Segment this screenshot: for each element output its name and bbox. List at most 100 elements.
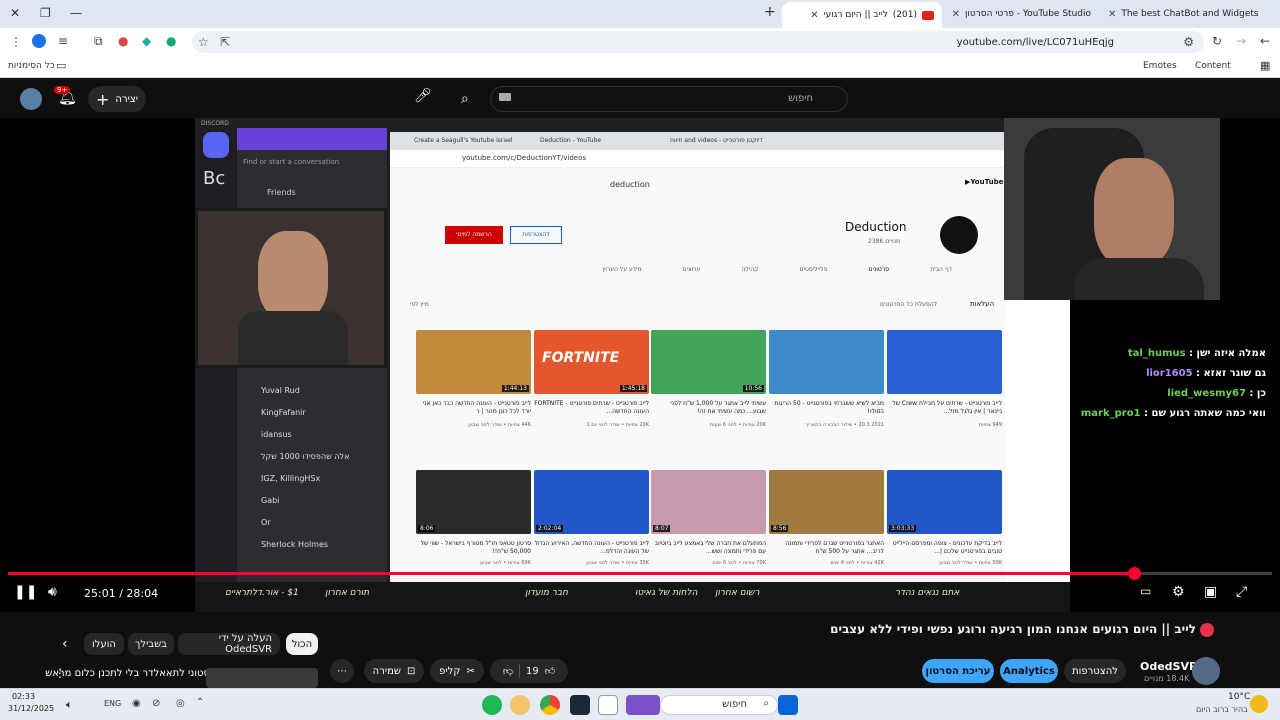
avatar[interactable] [20,88,42,110]
bookmark-content[interactable]: Content [1195,61,1231,71]
profile-icon[interactable] [32,34,46,48]
captured-play-all: להפעלת כל הסרטונים [880,301,938,308]
volume-tray-icon[interactable]: 🔈︎ [66,698,73,712]
settings-gear-icon[interactable]: ⚙ [1172,584,1185,600]
keyboard-icon[interactable] [499,93,511,101]
bookmark-emotes[interactable]: Emotes [1143,61,1177,71]
browser-tabbar: ✕ ❐ — + (201) לייב || היום רגועי ✕ YouTu… [0,0,1280,28]
chrome-icon[interactable] [540,695,560,715]
analytics-button[interactable]: Analytics [1000,659,1058,683]
windows-start-icon[interactable] [778,695,798,715]
edit-video-button[interactable]: עריכת הסרטון [922,659,994,683]
spotify-icon[interactable] [482,695,502,715]
close-tab-icon[interactable]: ✕ [952,9,960,20]
extension-icon[interactable]: ◆ [142,34,151,48]
chat-username: mark_pro1 [1080,408,1141,419]
channel-avatar[interactable] [1192,657,1220,685]
bookmark-star-icon[interactable]: ☆ [198,35,209,49]
reload-icon[interactable]: ↻ [1212,34,1222,48]
more-vert-icon[interactable]: ⋮ [54,666,66,680]
channel-name[interactable]: OdedSVR [1140,660,1197,673]
search-icon[interactable]: ⌕ [461,91,469,107]
captured-tab: Create a Seagull's Youtube israel [414,137,513,144]
weather-temp[interactable]: 10°C [1228,692,1250,702]
clock-time[interactable]: 02:33 [12,692,35,701]
steam-icon[interactable] [570,695,590,715]
windows-taskbar: 02:33 31/12/2025 🔈︎ ENG ◉ ⊘ ◎ ⌃ חיפוש ⌕ … [0,688,1280,720]
discord-user: Yuval Rud [261,386,300,395]
omnibox[interactable]: ☆ ⇱ youtube.com/live/LC071uHEqjg ⚙ [192,31,1204,53]
volume-icon[interactable]: 🔊︎ [48,584,57,600]
puzzle-icon[interactable]: ⧉ [94,34,103,49]
chip-all[interactable]: הכול [286,633,318,655]
microphone-icon[interactable]: 🎤︎ [414,88,432,104]
video-meta: 20K צפיות • שודר לפני יום 1 [586,422,649,428]
chat-username: lied_wesmy67 [1167,388,1246,399]
chat-text: כן [1256,388,1266,399]
subtitles-icon[interactable]: ▭ [1140,584,1151,598]
theater-mode-icon[interactable]: ▣ [1204,584,1217,600]
bookmark-icon: ⊡ [406,665,416,677]
tray-app-icon[interactable]: ◎ [176,698,185,709]
back-icon[interactable]: ← [1260,34,1270,48]
more-actions-button[interactable]: ⋯ [330,659,354,683]
all-bookmarks-link[interactable]: כל הסימניות [8,61,55,71]
captured-youtube-logo: ▶YouTube [965,178,1004,186]
new-tab-icon[interactable]: + [764,4,776,20]
captured-tab: חיוות and videos - דיוקטן פורטנייט [670,137,763,144]
wifi-icon[interactable]: ◉ [132,698,141,709]
captured-nav-item: קהילה [741,266,759,273]
video-player[interactable]: DISCORD Bc Find or start a conversation … [0,118,1280,612]
video-meta: 70K צפיות • לפני 6 ימים [712,560,766,566]
recommended-title[interactable]: סטוני לתאאלדר בלי לתכנן כלום מראש [0,668,210,679]
network-icon[interactable]: ⊘ [152,698,160,709]
save-button[interactable]: ⊡ שמירה [364,659,424,683]
extension-icon[interactable]: ≡ [58,34,68,48]
discord-user: Sherlock Holmes [261,540,329,549]
taskbar-search[interactable]: חיפוש ⌕ [660,695,778,715]
search-input[interactable]: ⌕ חיפוש [461,86,848,112]
url-text[interactable]: youtube.com/live/LC071uHEqjg [957,37,1114,48]
extension-icon[interactable]: ● [166,34,176,48]
close-tab-icon[interactable]: ✕ [1108,9,1116,20]
apps-grid-icon[interactable]: ▦ [1260,59,1270,72]
share-icon[interactable]: ⇱ [220,35,230,49]
menu-dots-icon[interactable]: ⋮ [10,35,22,49]
tab-chatbot[interactable]: ✕ The best ChatBot and Widgets [1100,4,1260,24]
tab-live[interactable]: (201) לייב || היום רגועי ✕ [782,2,942,28]
recommended-thumbnail[interactable] [206,668,318,688]
extension-icon[interactable]: ● [118,34,128,48]
chat-message: גם שוגר זאזא : lior1605 [1146,368,1266,379]
discord-user: idansus [261,430,292,439]
close-window-icon[interactable]: ✕ [10,6,20,20]
join-button[interactable]: להצטרפות [1064,659,1126,683]
site-info-icon[interactable]: ⚙ [1183,35,1194,49]
dislike-icon[interactable]: 👎︎ [503,665,513,677]
clip-button[interactable]: ✂ קליפ [430,659,484,683]
fullscreen-icon[interactable]: ⤢ [1236,584,1247,600]
captured-page: deduction ▶YouTube Deduction 238K מנויים… [390,168,1005,602]
server-icon: Bc [203,168,226,189]
chip-uploaded[interactable]: הועלו [84,633,124,655]
progress-bar[interactable] [8,567,1272,580]
pinned-app-icon[interactable] [626,695,660,715]
like-icon[interactable]: 👍︎ [545,665,555,677]
explorer-icon[interactable] [598,695,618,715]
close-tab-icon[interactable]: ✕ [810,10,818,21]
app-icon[interactable] [510,695,530,715]
discord-user: Gabi [261,496,280,505]
chevron-left-icon[interactable]: ‹ [62,636,68,652]
chip-for-you[interactable]: בשבילך [128,633,174,655]
pause-icon[interactable]: ❚❚ [14,584,37,600]
minimize-window-icon[interactable]: — [70,6,82,20]
tab-studio[interactable]: YouTube Studio - פרטי הסרטון ✕ [944,4,1104,24]
language-indicator[interactable]: ENG [104,699,121,708]
like-count: 19 [525,665,539,677]
restore-window-icon[interactable]: ❐ [40,6,51,20]
chevron-up-icon[interactable]: ⌃ [196,697,204,708]
like-dislike-buttons[interactable]: 👎︎ 19 👍︎ [490,659,568,683]
forward-icon[interactable]: → [1236,34,1246,48]
search-placeholder: חיפוש [788,93,813,104]
create-button[interactable]: יצירה + [88,86,146,112]
chip-uploaded-by[interactable]: העלה על ידי OdedSVR [178,633,280,655]
